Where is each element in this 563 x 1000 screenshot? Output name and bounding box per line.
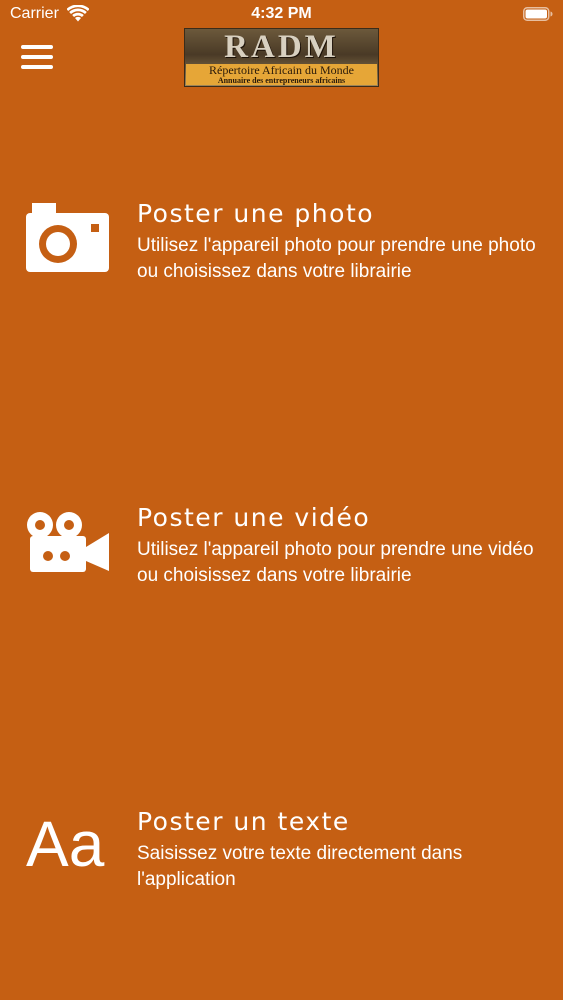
post-text-description: Saisissez votre texte directement dans l… <box>137 843 463 890</box>
post-video-option[interactable]: Poster une vidéo Utilisez l'appareil pho… <box>0 503 563 623</box>
logo-tagline: Annuaire des entrepreneurs africains <box>217 76 346 85</box>
post-photo-option[interactable]: Poster une photo Utilisez l'appareil pho… <box>0 199 563 319</box>
menu-icon <box>21 45 53 49</box>
text-icon: Aa <box>26 808 105 880</box>
menu-button[interactable] <box>21 43 53 71</box>
status-time: 4:32 PM <box>251 5 312 22</box>
app-logo: RADM Répertoire Africain du Monde Annuai… <box>184 28 379 87</box>
post-photo-description: Utilisez l'appareil photo pour prendre u… <box>137 235 536 282</box>
camera-icon <box>26 203 109 272</box>
status-bar: Carrier 4:32 PM <box>0 0 563 30</box>
battery-icon <box>523 7 553 21</box>
video-camera-icon <box>27 512 109 572</box>
logo-title: RADM <box>224 29 339 65</box>
post-photo-title: Poster une photo <box>137 199 375 228</box>
post-video-title: Poster une vidéo <box>137 503 371 532</box>
post-text-option[interactable]: Aa Poster un texte Saisissez votre texte… <box>0 807 563 927</box>
post-video-description: Utilisez l'appareil photo pour prendre u… <box>137 539 534 586</box>
post-text-title: Poster un texte <box>137 807 350 836</box>
